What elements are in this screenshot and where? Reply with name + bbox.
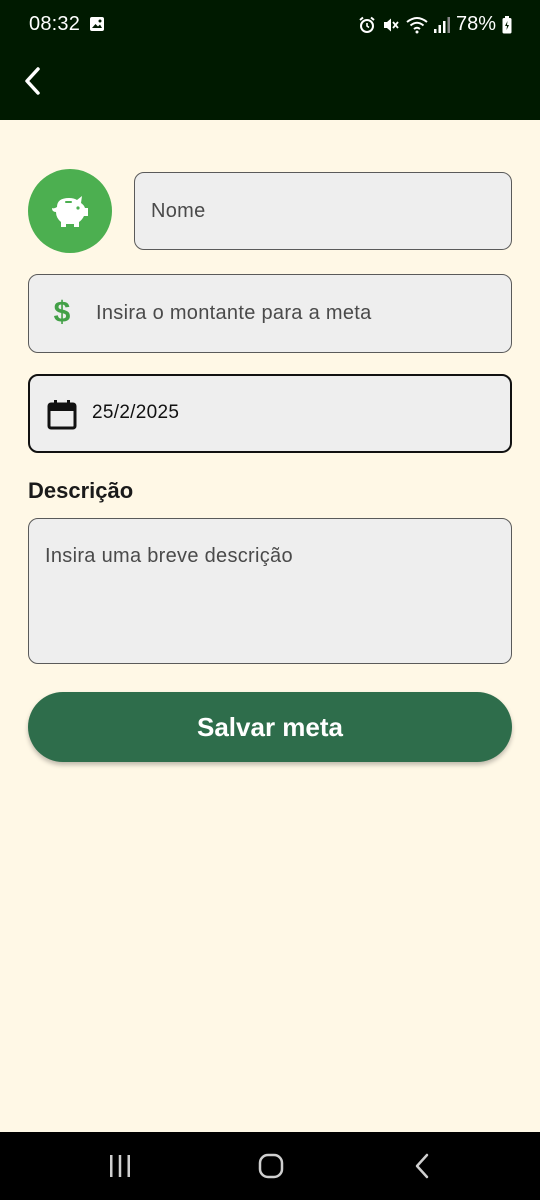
calendar-icon (47, 400, 77, 430)
description-input[interactable] (45, 543, 495, 653)
name-field[interactable] (134, 172, 512, 250)
wifi-icon (406, 16, 428, 33)
recents-button[interactable] (100, 1146, 140, 1186)
description-label: Descrição (28, 478, 134, 503)
dollar-icon: $ (53, 296, 71, 329)
nav-back-button[interactable] (403, 1146, 443, 1186)
system-nav-bar (0, 1132, 540, 1200)
date-picker-field[interactable]: 25/2/2025 (28, 374, 512, 453)
chevron-left-icon (25, 67, 40, 95)
back-button[interactable] (14, 62, 52, 100)
goal-avatar[interactable] (28, 169, 112, 253)
amount-input[interactable] (96, 275, 496, 352)
home-icon (258, 1153, 284, 1179)
home-button[interactable] (251, 1146, 291, 1186)
amount-field[interactable]: $ (28, 274, 512, 353)
app-bar (0, 52, 540, 120)
status-time: 08:32 (29, 13, 81, 35)
back-icon (415, 1153, 429, 1179)
battery-icon (502, 15, 512, 33)
save-goal-button[interactable]: Salvar meta (28, 692, 512, 762)
mute-icon (383, 18, 399, 31)
date-value: 25/2/2025 (92, 402, 180, 423)
signal-icon (433, 16, 450, 33)
gallery-icon (90, 17, 104, 31)
recents-icon (110, 1155, 130, 1177)
piggy-bank-icon (52, 196, 88, 227)
battery-percent: 78% (455, 13, 496, 35)
description-field[interactable] (28, 518, 512, 664)
name-input[interactable] (151, 173, 491, 249)
alarm-icon (359, 16, 375, 33)
status-bar: 08:32 78% (0, 0, 540, 52)
status-icons: 78% (358, 13, 512, 36)
